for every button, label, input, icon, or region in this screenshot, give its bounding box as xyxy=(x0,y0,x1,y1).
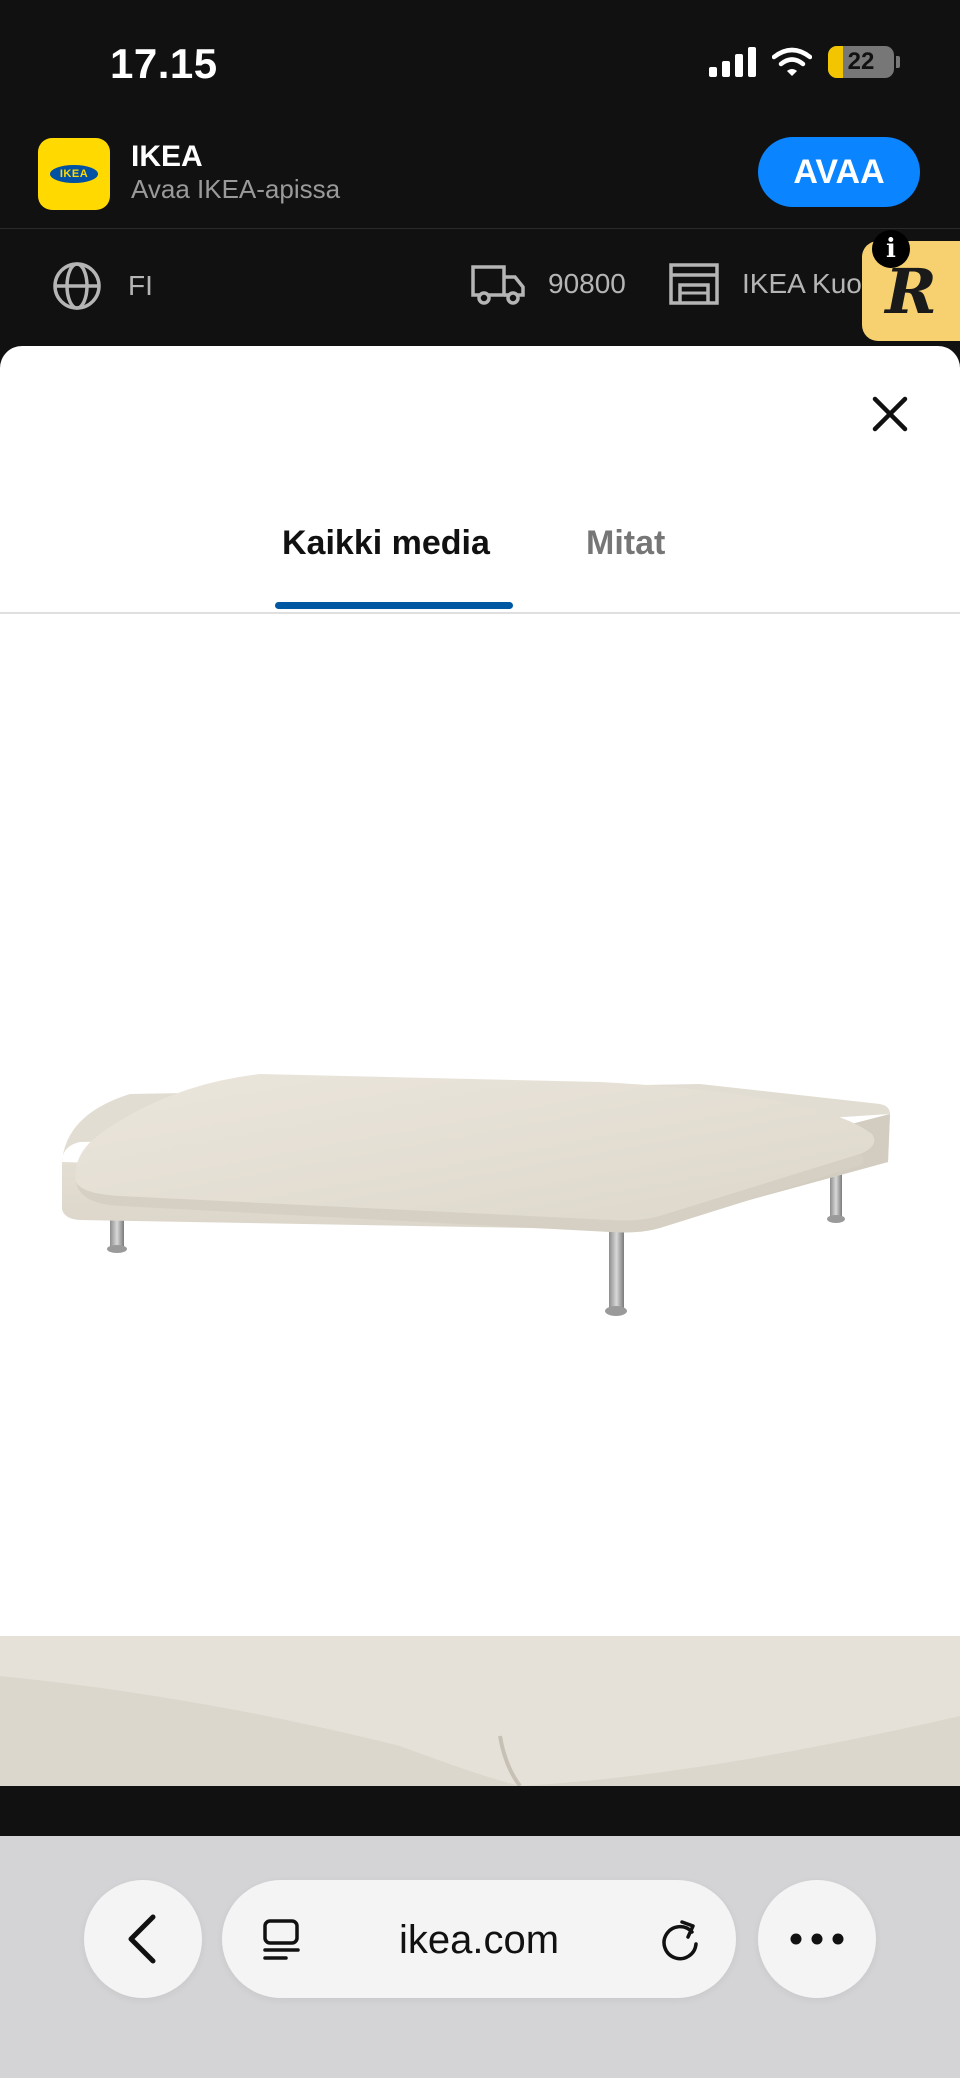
site-header: FI 90800 IKEA Kuo R xyxy=(0,228,960,346)
battery-icon: 22 xyxy=(828,46,894,78)
app-subtitle: Avaa IKEA-apissa xyxy=(131,174,341,204)
media-gallery-sheet: Kaikki media Mitat xyxy=(0,346,960,1786)
reload-icon[interactable] xyxy=(658,1916,702,1962)
language-label: FI xyxy=(128,270,153,301)
wifi-icon xyxy=(772,47,812,76)
status-time: 17.15 xyxy=(110,40,218,87)
close-icon xyxy=(872,396,908,432)
more-dots-icon xyxy=(790,1933,844,1945)
battery-tip xyxy=(896,56,900,68)
address-bar[interactable]: ikea.com xyxy=(222,1880,736,1998)
store-name: IKEA Kuo xyxy=(742,268,862,299)
truck-icon xyxy=(471,265,525,305)
cellular-signal-icon xyxy=(709,47,756,77)
info-icon[interactable]: i xyxy=(872,230,910,268)
language-selector[interactable]: FI xyxy=(52,261,153,311)
more-options-button[interactable] xyxy=(758,1880,876,1998)
footstool-image xyxy=(62,1074,890,1316)
battery-level: 22 xyxy=(847,48,875,75)
product-thumbnail[interactable] xyxy=(0,1636,960,1786)
browser-toolbar: ikea.com xyxy=(0,1836,960,2078)
tab-dimensions[interactable]: Mitat xyxy=(586,524,665,563)
chevron-left-icon xyxy=(128,1914,156,1964)
ikea-logo-text: IKEA xyxy=(50,165,98,183)
close-button[interactable] xyxy=(866,390,914,438)
store-icon xyxy=(669,263,719,305)
smart-app-banner: IKEA IKEA Avaa IKEA-apissa AVAA xyxy=(0,130,960,228)
ikea-app-icon: IKEA xyxy=(38,138,110,210)
status-icons: 22 xyxy=(709,46,900,78)
tab-all-media[interactable]: Kaikki media xyxy=(282,524,490,563)
open-app-button[interactable]: AVAA xyxy=(758,137,920,207)
delivery-postcode[interactable]: 90800 xyxy=(470,261,626,307)
back-button[interactable] xyxy=(84,1880,202,1998)
fabric-closeup-image xyxy=(0,1636,960,1786)
status-bar: 17.15 22 xyxy=(0,0,960,130)
media-tabs: Kaikki media Mitat xyxy=(0,496,960,614)
active-tab-indicator xyxy=(275,602,513,609)
postal-code: 90800 xyxy=(548,268,626,299)
globe-icon xyxy=(53,262,101,310)
store-selector[interactable]: IKEA Kuo xyxy=(668,261,862,307)
product-image[interactable] xyxy=(0,614,960,1634)
app-name: IKEA xyxy=(131,140,203,173)
